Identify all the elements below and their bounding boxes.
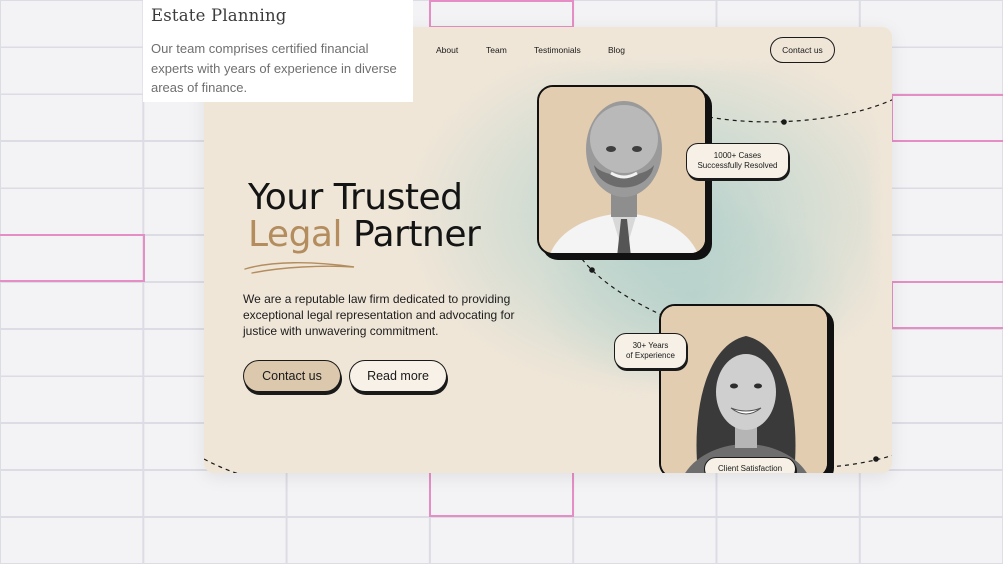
- cases-badge: 1000+ Cases Successfully Resolved: [686, 143, 789, 179]
- attorney-photo-female: [659, 304, 829, 473]
- nav-contact-button[interactable]: Contact us: [770, 37, 835, 63]
- nav-blog[interactable]: Blog: [608, 45, 625, 55]
- card-text: Our team comprises certified financial e…: [151, 41, 397, 95]
- highlight-cell: [0, 234, 145, 282]
- headline-line-2: Legal Partner: [248, 214, 481, 255]
- highlight-cell: [429, 470, 574, 517]
- read-more-button[interactable]: Read more: [349, 360, 447, 392]
- hero-description: We are a reputable law firm dedicated to…: [243, 292, 515, 338]
- nav-team[interactable]: Team: [486, 45, 507, 55]
- cases-label: Successfully Resolved: [697, 161, 778, 170]
- squiggle-underline-icon: [244, 262, 355, 274]
- cases-count: 1000+ Cases: [713, 150, 762, 160]
- card-title: Estate Planning: [151, 6, 287, 25]
- man-portrait-icon: [539, 87, 705, 253]
- woman-portrait-icon: [661, 306, 827, 473]
- attorney-photo-male: [537, 85, 707, 255]
- satisfaction-badge: Client Satisfaction: [704, 457, 796, 473]
- nav-about[interactable]: About: [436, 45, 458, 55]
- estate-planning-card: Estate Planning Our team comprises certi…: [143, 0, 413, 102]
- contact-us-button[interactable]: Contact us: [243, 360, 341, 392]
- highlight-cell: [891, 281, 1003, 329]
- nav-testimonials[interactable]: Testimonials: [534, 45, 581, 55]
- highlight-cell: [891, 94, 1003, 142]
- years-label: of Experience: [626, 351, 675, 360]
- headline-line-1: Your Trusted: [248, 177, 463, 218]
- experience-badge: 30+ Years of Experience: [614, 333, 687, 369]
- highlight-cell: [429, 0, 574, 28]
- hero-headline: Your Trusted Legal Partner: [248, 177, 481, 255]
- years-count: 30+ Years: [632, 340, 669, 350]
- headline-rest: Partner: [342, 214, 481, 255]
- headline-accent-word: Legal: [248, 214, 343, 255]
